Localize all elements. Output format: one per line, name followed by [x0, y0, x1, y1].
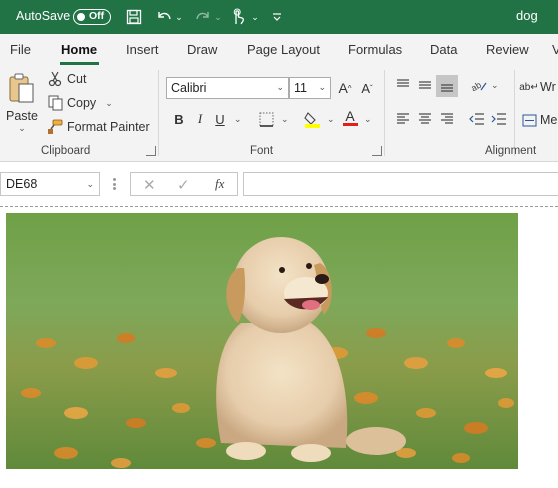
format-painter-button[interactable]: Format Painter — [46, 118, 150, 136]
paste-icon — [7, 72, 37, 107]
undo-dropdown-icon[interactable]: ⌄ — [174, 7, 184, 27]
fill-color-icon[interactable] — [303, 110, 321, 128]
tab-formulas[interactable]: Formulas — [348, 42, 402, 57]
format-painter-icon — [46, 118, 64, 136]
touch-mode-icon[interactable] — [228, 7, 248, 27]
chevron-down-icon: ⌄ — [318, 82, 326, 92]
touch-dropdown-icon[interactable]: ⌄ — [250, 7, 260, 27]
redo-icon[interactable] — [193, 7, 213, 27]
customize-qat-icon[interactable] — [270, 7, 284, 27]
worksheet-area[interactable] — [0, 213, 558, 488]
font-color-icon[interactable]: A — [341, 108, 359, 126]
align-middle-icon[interactable] — [416, 76, 434, 94]
clipboard-group-label: Clipboard — [41, 145, 91, 157]
borders-icon[interactable] — [257, 110, 275, 128]
formula-bar-resize-handle[interactable] — [113, 178, 116, 190]
name-box[interactable]: DE68 ⌄ — [0, 172, 100, 196]
save-icon[interactable] — [124, 7, 144, 27]
alignment-group-label: Alignment — [485, 145, 537, 157]
increase-font-size-icon[interactable]: A ^ — [336, 79, 354, 97]
title-bar: AutoSave Off ⌄ ⌄ ⌄ dog — [0, 0, 558, 34]
font-size-select[interactable]: 11 ⌄ — [289, 77, 331, 99]
tab-home[interactable]: Home — [61, 42, 97, 57]
underline-dropdown-icon[interactable]: ⌄ — [234, 114, 242, 125]
name-box-value: DE68 — [6, 177, 38, 191]
formula-input[interactable] — [243, 172, 558, 196]
paste-button[interactable]: Paste ⌄ — [6, 72, 38, 138]
font-group-label: Font — [250, 145, 274, 157]
autosave-label: AutoSave — [16, 9, 71, 23]
paste-label: Paste — [6, 109, 38, 123]
align-right-icon[interactable] — [438, 110, 456, 128]
decrease-indent-icon[interactable] — [468, 110, 486, 128]
merge-center-icon — [521, 111, 537, 129]
increase-indent-icon[interactable] — [490, 110, 508, 128]
undo-icon[interactable] — [154, 7, 174, 27]
tab-review[interactable]: Review — [486, 42, 529, 57]
font-color-dropdown-icon[interactable]: ⌄ — [364, 114, 372, 125]
group-separator — [514, 70, 515, 156]
copy-label: Copy — [67, 96, 97, 110]
ribbon: Paste ⌄ Cut Copy ⌄ Format Painter Clipbo… — [0, 66, 558, 162]
user-name[interactable]: dog — [516, 8, 538, 23]
align-bottom-icon[interactable] — [436, 75, 458, 97]
chevron-down-icon: ⌄ — [276, 82, 284, 92]
insert-function-button[interactable]: fx — [215, 176, 224, 192]
tab-file[interactable]: File — [10, 42, 31, 57]
fill-color-dropdown-icon[interactable]: ⌄ — [327, 114, 335, 125]
copy-dropdown-icon[interactable]: ⌄ — [105, 98, 113, 109]
toggle-knob — [77, 12, 85, 21]
align-top-icon[interactable] — [394, 76, 412, 94]
copy-icon — [46, 94, 64, 112]
autosave-toggle[interactable]: Off — [73, 9, 111, 25]
align-center-icon[interactable] — [416, 110, 434, 128]
cut-button[interactable]: Cut — [46, 70, 86, 88]
underline-button[interactable]: U — [211, 110, 229, 128]
font-launcher-icon[interactable] — [372, 146, 382, 156]
formula-buttons: ✕ ✓ fx — [130, 172, 238, 196]
cancel-icon[interactable]: ✕ — [143, 176, 156, 194]
decrease-font-size-icon[interactable]: Aˇ — [358, 79, 376, 97]
enter-icon[interactable]: ✓ — [177, 176, 190, 194]
tab-overflow-label[interactable]: V — [552, 42, 558, 57]
paste-dropdown-icon: ⌄ — [18, 123, 26, 133]
clipboard-launcher-icon[interactable] — [146, 146, 156, 156]
merge-center-label: Me — [540, 113, 558, 127]
tab-insert[interactable]: Insert — [126, 42, 159, 57]
wrap-text-icon: ab↵ — [519, 81, 539, 93]
orientation-dropdown-icon[interactable]: ⌄ — [491, 80, 499, 91]
tab-data[interactable]: Data — [430, 42, 457, 57]
align-left-icon[interactable] — [394, 110, 412, 128]
autosave-state: Off — [89, 10, 105, 22]
tab-page-layout[interactable]: Page Layout — [247, 42, 320, 57]
wrap-text-label: Wr — [540, 80, 556, 94]
formula-bar: DE68 ⌄ ✕ ✓ fx — [0, 162, 558, 206]
bold-button[interactable]: B — [170, 110, 188, 128]
cut-label: Cut — [67, 72, 87, 86]
group-separator — [158, 70, 159, 156]
svg-text:ab: ab — [471, 80, 483, 92]
tab-draw[interactable]: Draw — [187, 42, 217, 57]
wrap-text-button[interactable]: ab↵ Wr — [519, 78, 556, 96]
puppy-picture[interactable] — [6, 213, 518, 469]
font-name-select[interactable]: Calibri ⌄ — [166, 77, 289, 99]
scissors-icon — [46, 70, 64, 88]
group-separator — [384, 70, 385, 156]
orientation-icon[interactable]: ab — [470, 76, 488, 94]
redo-dropdown-icon[interactable]: ⌄ — [213, 7, 223, 27]
font-name-value: Calibri — [171, 81, 207, 95]
format-painter-label: Format Painter — [67, 120, 150, 134]
font-size-value: 11 — [294, 81, 307, 95]
active-tab-indicator — [60, 62, 99, 65]
italic-button[interactable]: I — [191, 110, 209, 128]
borders-dropdown-icon[interactable]: ⌄ — [281, 114, 289, 125]
chevron-down-icon: ⌄ — [86, 179, 94, 189]
copy-button[interactable]: Copy ⌄ — [46, 94, 113, 112]
merge-center-button[interactable]: Me — [521, 111, 557, 129]
